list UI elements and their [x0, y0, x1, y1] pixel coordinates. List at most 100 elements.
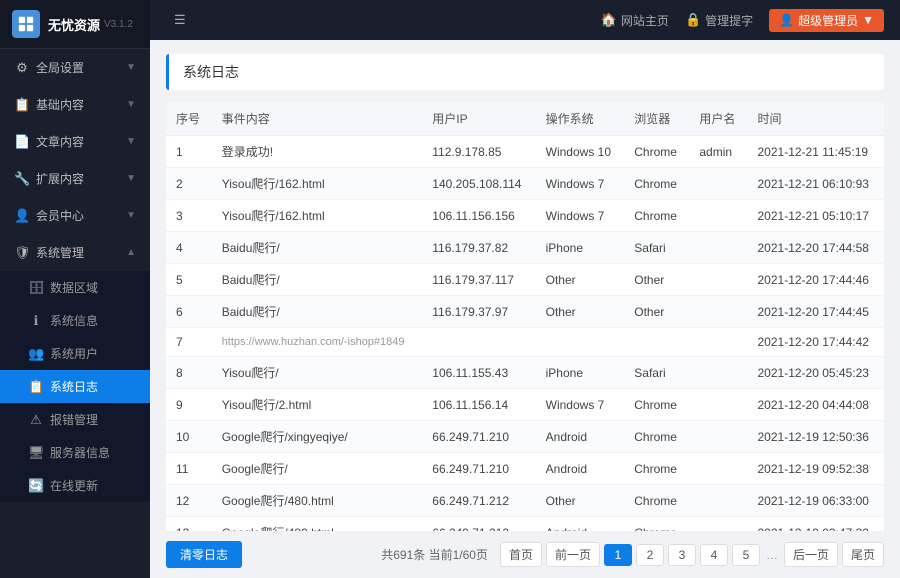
table-cell: iPhone [536, 232, 625, 264]
table-cell: 6 [166, 296, 212, 328]
table-cell: Yisou爬行/162.html [212, 200, 423, 232]
clear-logs-button[interactable]: 清零日志 [166, 541, 242, 568]
table-cell: Safari [624, 232, 689, 264]
table-cell: 106.11.156.14 [422, 389, 535, 421]
nav-manage-link[interactable]: 🔒 管理提字 [685, 12, 753, 29]
sidebar-item-shujuquyu[interactable]: 🗄数据区域 [0, 271, 150, 304]
chevron-icon: ▼ [126, 210, 136, 221]
table-row: 7https://www.huzhan.com/-ishop#18492021-… [166, 328, 884, 357]
table-cell [689, 264, 747, 296]
table-cell: 3 [166, 200, 212, 232]
page-1-button[interactable]: 1 [604, 544, 632, 566]
table-cell: admin [689, 136, 747, 168]
table-cell: Google爬行/480.html [212, 517, 423, 532]
sidebar-item-kuozhan[interactable]: 🔧扩展内容 ▼ [0, 160, 150, 197]
sidebar-item-wenzhang[interactable]: 📄文章内容 ▼ [0, 123, 150, 160]
sidebar-item-xitongxinxi[interactable]: ℹ系统信息 [0, 304, 150, 337]
table-cell [689, 296, 747, 328]
chevron-icon: ▲ [126, 247, 136, 258]
table-cell: Windows 10 [536, 136, 625, 168]
sidebar-item-xitongrizhi[interactable]: 📋系统日志 [0, 370, 150, 403]
table-cell: 116.179.37.82 [422, 232, 535, 264]
table-cell: 2021-12-21 05:10:17 [748, 200, 885, 232]
table-cell: Google爬行/ [212, 453, 423, 485]
table-cell [689, 421, 747, 453]
table-cell: Yisou爬行/162.html [212, 168, 423, 200]
first-page-button[interactable]: 首页 [500, 542, 542, 567]
sidebar-item-huiyuan[interactable]: 👤会员中心 ▼ [0, 197, 150, 234]
table-cell: 2021-12-20 17:44:42 [748, 328, 885, 357]
table-row: 1登录成功!112.9.178.85Windows 10Chromeadmin2… [166, 136, 884, 168]
table-cell: 2021-12-19 03:47:32 [748, 517, 885, 532]
table-cell: 66.249.71.212 [422, 485, 535, 517]
table-cell: Chrome [624, 421, 689, 453]
chevron-icon: ▼ [126, 62, 136, 73]
table-cell: Windows 7 [536, 200, 625, 232]
table-cell: Windows 7 [536, 389, 625, 421]
table-cell: 66.249.71.210 [422, 421, 535, 453]
main-area: ☰ 🏠 网站主页 🔒 管理提字 👤 超级管理员 ▼ 系统日志 [150, 0, 900, 578]
table-cell: 106.11.156.156 [422, 200, 535, 232]
user-menu-button[interactable]: 👤 超级管理员 ▼ [769, 9, 884, 32]
table-body: 1登录成功!112.9.178.85Windows 10Chromeadmin2… [166, 136, 884, 532]
table-cell: 13 [166, 517, 212, 532]
list-icon: 📋 [14, 97, 30, 113]
header-right: 🏠 网站主页 🔒 管理提字 👤 超级管理员 ▼ [601, 9, 884, 32]
app-name: 无忧资源 [48, 15, 100, 34]
sidebar-item-quanju[interactable]: ⚙全局设置 ▼ [0, 49, 150, 86]
table-cell [689, 200, 747, 232]
log-table-wrapper: 序号 事件内容 用户IP 操作系统 浏览器 用户名 时间 1登录成功!112.9… [166, 102, 884, 531]
warning-icon: ⚠ [28, 412, 44, 428]
sidebar-item-xitonyonghu[interactable]: 👥系统用户 [0, 337, 150, 370]
table-cell: 2021-12-19 12:50:36 [748, 421, 885, 453]
table-cell: 2021-12-21 11:45:19 [748, 136, 885, 168]
table-cell: 2 [166, 168, 212, 200]
app-version: V3.1.2 [104, 19, 133, 30]
page-5-button[interactable]: 5 [732, 544, 760, 566]
table-cell: 2021-12-19 06:33:00 [748, 485, 885, 517]
page-2-button[interactable]: 2 [636, 544, 664, 566]
sidebar-item-baocuoguanli[interactable]: ⚠报错管理 [0, 403, 150, 436]
table-cell: 8 [166, 357, 212, 389]
table-cell [689, 357, 747, 389]
lock-icon: 🔒 [685, 12, 701, 28]
footer: 清零日志 共691条 当前1/60页 首页 前一页 1 2 3 4 5 … 后一… [150, 531, 900, 578]
table-cell: Google爬行/xingyeqiye/ [212, 421, 423, 453]
sidebar-item-jichu[interactable]: 📋基础内容 ▼ [0, 86, 150, 123]
sidebar-submenu: 🗄数据区域 ℹ系统信息 👥系统用户 📋系统日志 ⚠报错管理 🖥服务器信息 🔄在线… [0, 271, 150, 502]
table-cell [689, 485, 747, 517]
table-cell: 4 [166, 232, 212, 264]
table-cell: Baidu爬行/ [212, 232, 423, 264]
table-cell: 1 [166, 136, 212, 168]
prev-page-button[interactable]: 前一页 [546, 542, 600, 567]
table-cell [422, 328, 535, 357]
table-cell: 11 [166, 453, 212, 485]
table-row: 9Yisou爬行/2.html106.11.156.14Windows 7Chr… [166, 389, 884, 421]
table-cell: Chrome [624, 136, 689, 168]
info-icon: ℹ [28, 313, 44, 329]
next-page-button[interactable]: 后一页 [784, 542, 838, 567]
last-page-button[interactable]: 尾页 [842, 542, 884, 567]
db-icon: 🗄 [28, 280, 44, 296]
menu-toggle-button[interactable]: ☰ [166, 8, 194, 32]
nav-home-link[interactable]: 🏠 网站主页 [601, 12, 669, 29]
table-row: 11Google爬行/66.249.71.210AndroidChrome202… [166, 453, 884, 485]
table-cell: Yisou爬行/2.html [212, 389, 423, 421]
chevron-icon: ▼ [126, 136, 136, 147]
page-4-button[interactable]: 4 [700, 544, 728, 566]
table-cell: 2021-12-21 06:10:93 [748, 168, 885, 200]
shield-icon: 🛡 [14, 245, 30, 261]
server-icon: 🖥 [28, 445, 44, 461]
page-3-button[interactable]: 3 [668, 544, 696, 566]
table-cell [689, 517, 747, 532]
table-cell [689, 328, 747, 357]
table-cell: Safari [624, 357, 689, 389]
table-row: 3Yisou爬行/162.html106.11.156.156Windows 7… [166, 200, 884, 232]
logo-bar: 无忧资源 V3.1.2 [0, 0, 150, 49]
col-browser: 浏览器 [624, 102, 689, 136]
sidebar-item-zaixiangengxin[interactable]: 🔄在线更新 [0, 469, 150, 502]
table-cell: Chrome [624, 517, 689, 532]
sidebar-item-xitong[interactable]: 🛡系统管理 ▲ [0, 234, 150, 271]
sidebar-item-fuwuqixinxi[interactable]: 🖥服务器信息 [0, 436, 150, 469]
user-icon: 👤 [14, 208, 30, 224]
